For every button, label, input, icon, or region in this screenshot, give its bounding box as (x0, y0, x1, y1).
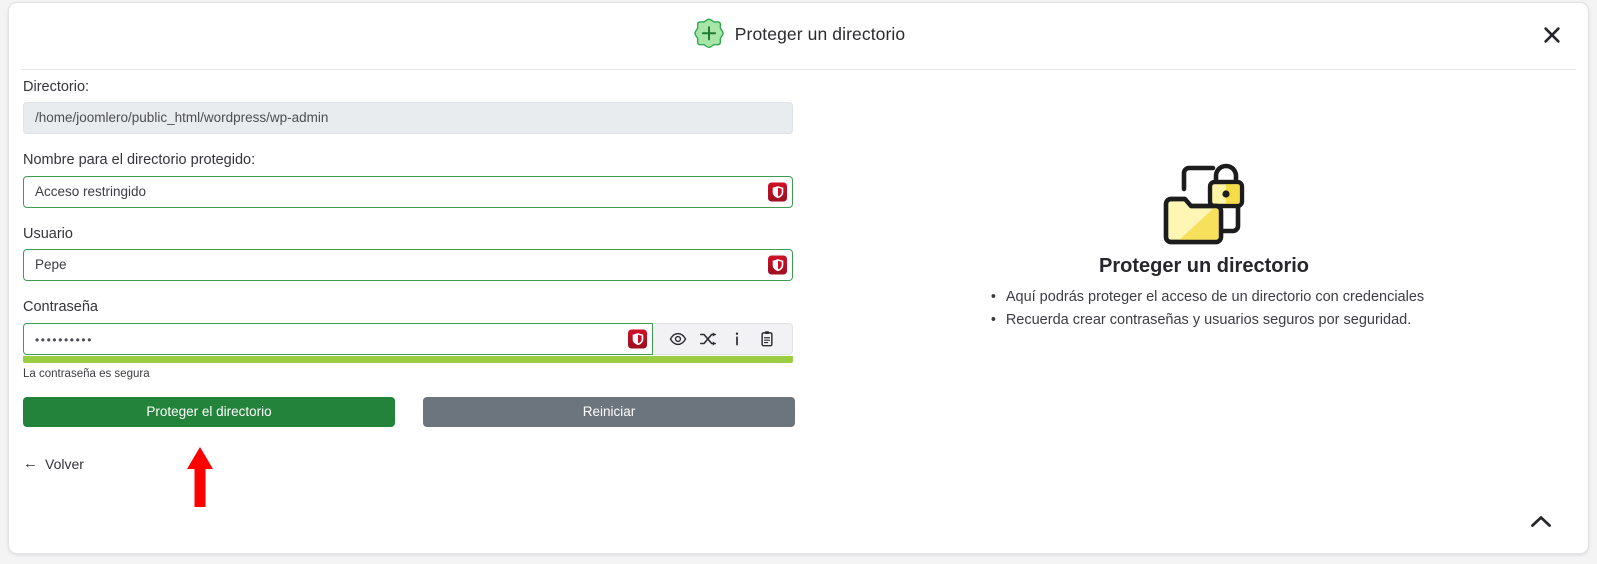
protected-name-input[interactable]: Acceso restringido (23, 175, 793, 208)
password-field: •••••••••• (23, 322, 653, 355)
bitwarden-shield-icon[interactable] (768, 182, 787, 202)
bitwarden-shield-icon[interactable] (768, 255, 787, 275)
form-actions: Proteger el directorio Reiniciar (23, 396, 795, 427)
card-header: Proteger un directorio (9, 3, 1588, 69)
user-field: Pepe (23, 249, 793, 282)
header-title-group: Proteger un directorio (9, 17, 1588, 51)
page-root: Proteger un directorio Directorio: /home… (0, 0, 1597, 564)
list-item: Aquí podrás proteger el acceso de un dir… (991, 286, 1424, 310)
protect-directory-form: Directorio: /home/joomlero/public_html/w… (23, 79, 813, 473)
protect-directory-button[interactable]: Proteger el directorio (23, 396, 395, 427)
directory-label: Directorio: (23, 79, 90, 95)
chevron-up-icon[interactable] (1526, 509, 1556, 535)
user-label: Usuario (23, 225, 73, 242)
page-title: Proteger un directorio (734, 23, 906, 44)
shuffle-icon[interactable] (697, 328, 719, 350)
info-panel: Proteger un directorio Aquí podrás prote… (839, 153, 1569, 333)
password-field-row: •••••••••• (23, 322, 793, 355)
info-bullet-list: Aquí podrás proteger el acceso de un dir… (984, 286, 1424, 333)
info-icon[interactable] (726, 328, 748, 350)
info-title: Proteger un directorio (1098, 255, 1310, 277)
folder-with-padlock-icon (839, 153, 1569, 249)
reset-button[interactable]: Reiniciar (423, 396, 795, 427)
eye-icon[interactable] (667, 328, 689, 350)
list-item: Recuerda crear contraseñas y usuarios se… (991, 309, 1424, 333)
clipboard-icon[interactable] (756, 328, 778, 350)
bitwarden-shield-icon[interactable] (628, 329, 647, 349)
password-input[interactable]: •••••••••• (23, 322, 653, 355)
password-label: Contraseña (23, 299, 98, 316)
header-divider (21, 69, 1576, 70)
password-strength-bar (23, 355, 793, 363)
back-arrow-icon: ← (23, 455, 38, 473)
directory-input: /home/joomlero/public_html/wordpress/wp-… (23, 102, 793, 135)
protected-name-field: Acceso restringido (23, 175, 793, 208)
plus-badge-icon (692, 17, 726, 51)
protect-directory-card: Proteger un directorio Directorio: /home… (8, 2, 1589, 554)
password-strength-text: La contraseña es segura (23, 367, 150, 380)
close-icon[interactable] (1538, 21, 1566, 49)
user-input[interactable]: Pepe (23, 249, 793, 282)
back-link-label: Volver (45, 455, 84, 472)
protected-name-label: Nombre para el directorio protegido: (23, 152, 256, 169)
password-tools (653, 322, 793, 355)
back-link[interactable]: ← Volver (23, 456, 84, 472)
